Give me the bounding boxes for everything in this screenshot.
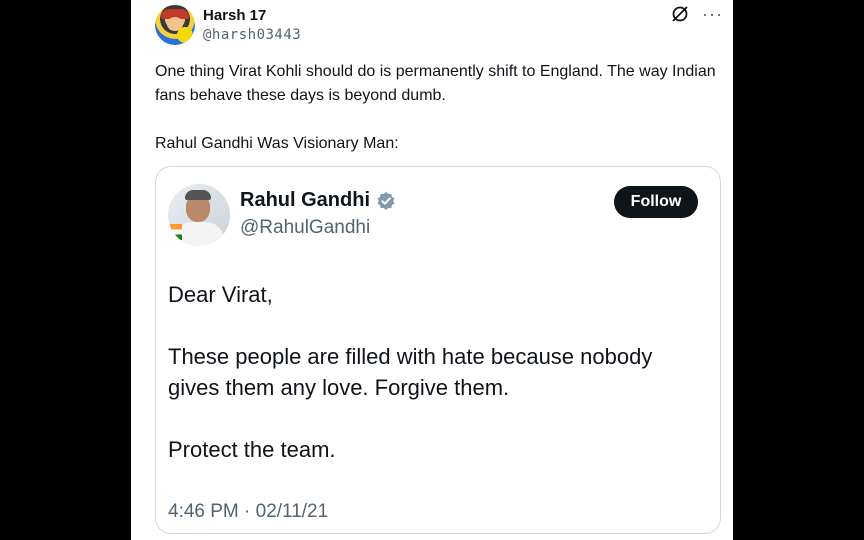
tweet-actions: ··· <box>670 4 723 24</box>
quoted-author-name[interactable]: Rahul Gandhi <box>240 189 370 212</box>
quoted-paragraph: These people are filled with hate becaus… <box>168 344 653 400</box>
tweet-paragraph: One thing Virat Kohli should do is perma… <box>155 63 716 104</box>
verified-badge-icon <box>377 191 395 210</box>
quoted-tweet[interactable]: Rahul Gandhi @RahulGandhi Follow Dear Vi… <box>155 166 721 534</box>
author-handle[interactable]: @harsh03443 <box>203 27 301 43</box>
avatar[interactable] <box>155 5 195 45</box>
grok-icon[interactable] <box>670 4 690 24</box>
more-options-icon[interactable]: ··· <box>702 4 723 24</box>
quoted-author[interactable]: Rahul Gandhi <box>240 189 396 212</box>
timestamp[interactable]: 4:46 PM · 02/11/21 <box>168 501 328 523</box>
author-name[interactable]: Harsh 17 <box>203 7 266 24</box>
quoted-paragraph: Protect the team. <box>168 437 336 462</box>
quoted-avatar[interactable] <box>168 184 230 246</box>
quoted-author-handle[interactable]: @RahulGandhi <box>240 217 370 239</box>
tweet-text: One thing Virat Kohli should do is perma… <box>155 60 725 156</box>
quoted-text: Dear Virat, These people are filled with… <box>168 279 708 465</box>
quoted-paragraph: Dear Virat, <box>168 282 273 307</box>
tweet-card: Harsh 17 @harsh03443 ··· One thing Virat… <box>131 0 733 540</box>
tweet-paragraph: Rahul Gandhi Was Visionary Man: <box>155 135 399 152</box>
follow-button[interactable]: Follow <box>614 186 698 218</box>
